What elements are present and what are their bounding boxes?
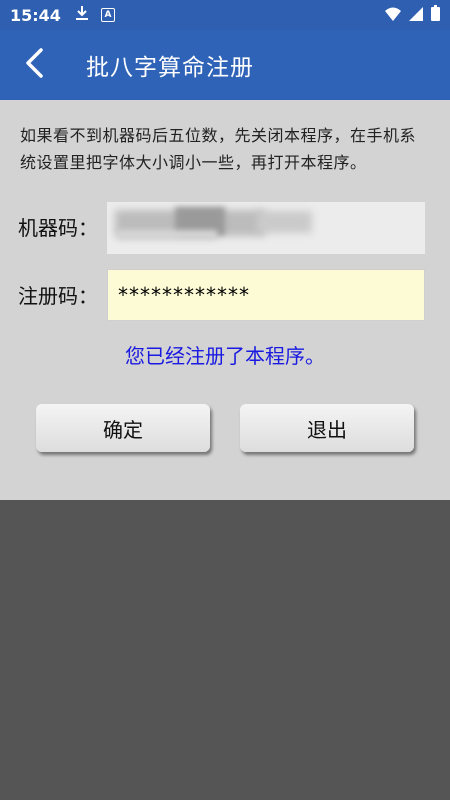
download-icon <box>75 5 89 25</box>
registration-status: 您已经注册了本程序。 <box>125 344 325 368</box>
notice-text: 如果看不到机器码后五位数，先关闭本程序，在手机系统设置里把字体大小调小一些，再打… <box>20 126 417 172</box>
status-bar: 15:44 A <box>0 0 450 30</box>
back-button[interactable] <box>4 30 64 100</box>
app-bar: 批八字算命注册 <box>0 30 450 100</box>
reg-code-input[interactable]: ************ <box>107 269 425 321</box>
status-time: 15:44 <box>10 5 61 25</box>
status-icons-right <box>385 5 440 25</box>
reg-code-label: 注册码： <box>18 284 98 308</box>
battery-icon <box>431 5 440 25</box>
machine-code-label: 机器码： <box>18 216 98 240</box>
registration-panel: 如果看不到机器码后五位数，先关闭本程序，在手机系统设置里把字体大小调小一些，再打… <box>0 100 450 500</box>
exit-button[interactable]: 退出 <box>240 404 414 452</box>
status-icons-left: A <box>75 5 115 25</box>
ok-button[interactable]: 确定 <box>36 404 210 452</box>
wifi-icon <box>385 6 401 25</box>
chevron-left-icon <box>23 47 45 83</box>
a-badge-icon: A <box>100 8 115 22</box>
machine-code-field <box>107 202 425 254</box>
page-title: 批八字算命注册 <box>86 55 254 81</box>
signal-icon <box>409 6 423 25</box>
